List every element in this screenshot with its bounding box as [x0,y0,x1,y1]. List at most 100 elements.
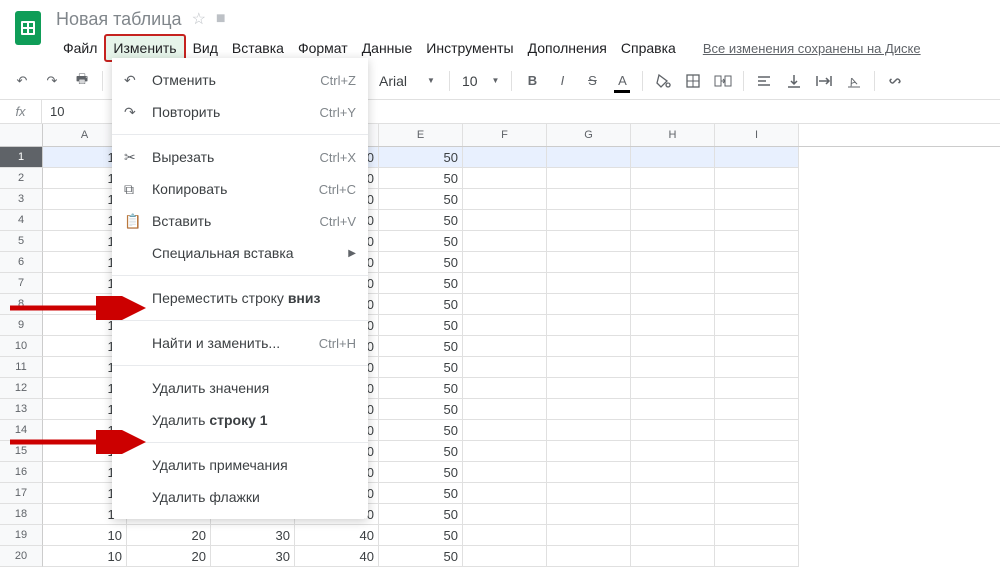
cell[interactable] [631,420,715,441]
row-header[interactable]: 6 [0,252,43,273]
menu-item[interactable]: 📋ВставитьCtrl+V [112,205,368,237]
doc-title[interactable]: Новая таблица [56,9,182,30]
font-select[interactable]: Arial▼ [371,68,443,94]
cell[interactable] [463,273,547,294]
row-header[interactable]: 12 [0,378,43,399]
cell[interactable]: 20 [127,525,211,546]
cell[interactable] [547,210,631,231]
select-all-corner[interactable] [0,124,43,146]
cell[interactable]: 50 [379,336,463,357]
menu-справка[interactable]: Справка [614,36,683,60]
cell[interactable] [631,189,715,210]
cell[interactable] [463,504,547,525]
bold-button[interactable]: B [518,67,546,95]
cell[interactable] [631,399,715,420]
cell[interactable] [715,399,799,420]
cell[interactable] [715,231,799,252]
cell[interactable]: 30 [211,546,295,567]
cell[interactable] [547,483,631,504]
cell[interactable] [715,546,799,567]
menu-инструменты[interactable]: Инструменты [419,36,520,60]
cell[interactable] [463,231,547,252]
row-header[interactable]: 20 [0,546,43,567]
cell[interactable] [631,294,715,315]
cell[interactable] [547,294,631,315]
cell[interactable] [463,378,547,399]
cell[interactable] [631,336,715,357]
cell[interactable] [463,315,547,336]
cell[interactable] [547,231,631,252]
menu-вставка[interactable]: Вставка [225,36,291,60]
print-icon[interactable]: 🖶 [68,67,96,95]
col-header[interactable]: H [631,124,715,146]
cell[interactable] [715,273,799,294]
cell[interactable] [631,378,715,399]
cell[interactable]: 50 [379,399,463,420]
cell[interactable] [715,441,799,462]
cell[interactable]: 50 [379,483,463,504]
cell[interactable] [463,147,547,168]
cell[interactable] [547,378,631,399]
link-button[interactable] [881,67,909,95]
cell[interactable] [715,189,799,210]
menu-item[interactable]: ↷ПовторитьCtrl+Y [112,96,368,128]
cell[interactable]: 50 [379,231,463,252]
cell[interactable] [547,168,631,189]
cell[interactable] [715,336,799,357]
row-header[interactable]: 13 [0,399,43,420]
cell[interactable] [631,357,715,378]
cell[interactable] [547,147,631,168]
cell[interactable]: 50 [379,189,463,210]
cell[interactable] [547,525,631,546]
menu-файл[interactable]: Файл [56,36,104,60]
cell[interactable] [463,441,547,462]
cell[interactable] [715,420,799,441]
cell[interactable] [631,315,715,336]
cell[interactable] [715,315,799,336]
cell[interactable] [547,315,631,336]
redo-icon[interactable]: ↷ [38,67,66,95]
cell[interactable] [631,210,715,231]
cell[interactable] [715,525,799,546]
font-size-select[interactable]: 10▼ [456,68,506,94]
cell[interactable] [547,336,631,357]
cell[interactable]: 50 [379,357,463,378]
cell[interactable]: 10 [43,525,127,546]
cell[interactable] [463,294,547,315]
cell[interactable] [547,420,631,441]
cell[interactable]: 50 [379,462,463,483]
cell[interactable]: 20 [127,546,211,567]
cell[interactable]: 30 [211,525,295,546]
halign-button[interactable] [750,67,778,95]
cell[interactable]: 10 [43,546,127,567]
cell[interactable] [631,147,715,168]
row-header[interactable]: 16 [0,462,43,483]
row-header[interactable]: 11 [0,357,43,378]
col-header[interactable]: I [715,124,799,146]
cell[interactable] [631,525,715,546]
menu-item[interactable]: Найти и заменить...Ctrl+H [112,327,368,359]
cell[interactable] [547,273,631,294]
cell[interactable] [715,357,799,378]
cell[interactable] [547,504,631,525]
menu-item[interactable]: Удалить флажки [112,481,368,513]
menu-item[interactable]: ⧉КопироватьCtrl+C [112,173,368,205]
cell[interactable] [463,546,547,567]
cell[interactable] [631,441,715,462]
cell[interactable] [631,546,715,567]
cell[interactable] [463,483,547,504]
menu-item[interactable]: Удалить примечания [112,449,368,481]
save-status[interactable]: Все изменения сохранены на Диске [703,41,921,56]
cell[interactable]: 40 [295,525,379,546]
menu-формат[interactable]: Формат [291,36,355,60]
app-logo[interactable] [8,8,48,48]
cell[interactable] [631,231,715,252]
cell[interactable] [631,483,715,504]
merge-button[interactable] [709,67,737,95]
cell[interactable] [463,462,547,483]
row-header[interactable]: 7 [0,273,43,294]
menu-item[interactable]: Удалить значения [112,372,368,404]
cell[interactable] [715,168,799,189]
row-header[interactable]: 2 [0,168,43,189]
menu-item[interactable]: Удалить строку 1 [112,404,368,436]
